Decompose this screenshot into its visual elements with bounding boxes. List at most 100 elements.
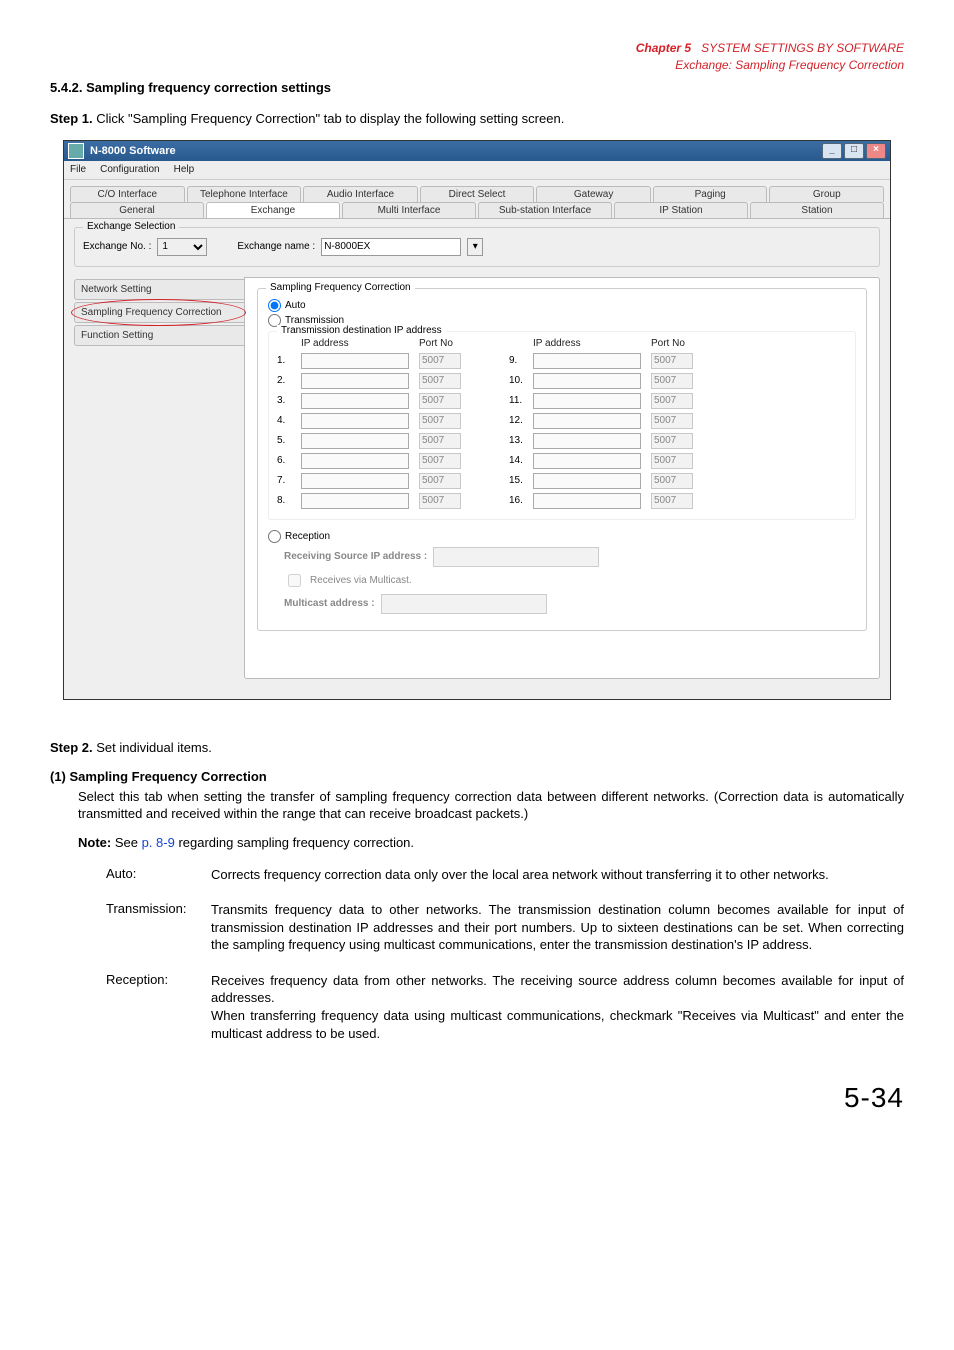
exchange-name-input[interactable] <box>321 238 461 256</box>
recv-source-input <box>433 547 599 567</box>
ip-input <box>301 373 409 389</box>
ip-input <box>533 473 641 489</box>
row-num: 11. <box>509 395 525 406</box>
port-input <box>651 453 693 469</box>
note-text-b: regarding sampling frequency correction. <box>175 835 414 850</box>
col-port-left: Port No <box>419 338 463 349</box>
row-num: 2. <box>277 375 293 386</box>
ip-input <box>533 353 641 369</box>
sfc-paragraph: Select this tab when setting the transfe… <box>78 788 904 823</box>
row-num: 9. <box>509 355 525 366</box>
ip-input <box>533 453 641 469</box>
ip-input <box>301 393 409 409</box>
radio-auto[interactable] <box>268 299 281 312</box>
tab-audio-interface[interactable]: Audio Interface <box>303 186 418 202</box>
ip-input <box>301 433 409 449</box>
menu-help[interactable]: Help <box>174 164 195 175</box>
row-num: 16. <box>509 495 525 506</box>
chapter-label: Chapter 5 <box>636 41 691 55</box>
exchange-selection-legend: Exchange Selection <box>83 221 179 232</box>
ip-input <box>301 493 409 509</box>
row-num: 4. <box>277 415 293 426</box>
radio-auto-label: Auto <box>285 300 306 311</box>
port-input <box>419 493 461 509</box>
row-num: 8. <box>277 495 293 506</box>
close-button[interactable]: × <box>866 143 886 159</box>
tab-direct-select[interactable]: Direct Select <box>420 186 535 202</box>
sidetab-function-setting[interactable]: Function Setting <box>74 325 244 346</box>
tab-sub-station-interface[interactable]: Sub-station Interface <box>478 202 612 218</box>
step1-text: Click "Sampling Frequency Correction" ta… <box>96 111 564 126</box>
port-input <box>651 413 693 429</box>
tab-co-interface[interactable]: C/O Interface <box>70 186 185 202</box>
ip-input <box>533 373 641 389</box>
tab-station[interactable]: Station <box>750 202 884 218</box>
term-transmission: Transmission: <box>106 901 211 954</box>
row-num: 15. <box>509 475 525 486</box>
ip-input <box>301 413 409 429</box>
transmission-legend: Transmission destination IP address <box>277 325 446 336</box>
tab-gateway[interactable]: Gateway <box>536 186 651 202</box>
page-header: Chapter 5 SYSTEM SETTINGS BY SOFTWARE Ex… <box>50 40 904 74</box>
recv-multicast-checkbox <box>288 574 301 587</box>
desc-auto: Corrects frequency correction data only … <box>211 866 904 884</box>
row-num: 12. <box>509 415 525 426</box>
port-input <box>419 433 461 449</box>
tab-general[interactable]: General <box>70 202 204 218</box>
ip-input <box>301 353 409 369</box>
ip-input <box>301 453 409 469</box>
row-num: 7. <box>277 475 293 486</box>
tab-exchange[interactable]: Exchange <box>206 202 340 218</box>
subheading-num: (1) <box>50 769 66 784</box>
minimize-button[interactable]: _ <box>822 143 842 159</box>
row-num: 13. <box>509 435 525 446</box>
menu-file[interactable]: File <box>70 164 86 175</box>
col-ip-left: IP address <box>301 338 411 349</box>
exchange-no-label: Exchange No. : <box>83 241 151 252</box>
dropdown-icon[interactable]: ▾ <box>467 238 483 256</box>
maximize-button[interactable]: □ <box>844 143 864 159</box>
port-input <box>419 373 461 389</box>
sfc-legend: Sampling Frequency Correction <box>266 282 415 293</box>
ip-input <box>301 473 409 489</box>
tab-telephone-interface[interactable]: Telephone Interface <box>187 186 302 202</box>
menu-configuration[interactable]: Configuration <box>100 164 159 175</box>
title-bar: N-8000 Software _ □ × <box>64 141 890 161</box>
note-link[interactable]: p. 8-9 <box>142 835 175 850</box>
transmission-subgroup: Transmission destination IP address IP a… <box>268 331 856 520</box>
term-auto: Auto: <box>106 866 211 884</box>
sfc-group: Sampling Frequency Correction Auto Trans… <box>257 288 867 631</box>
exchange-no-select[interactable]: 1 <box>157 238 207 256</box>
tab-ip-station[interactable]: IP Station <box>614 202 748 218</box>
section-title: 5.4.2. Sampling frequency correction set… <box>50 80 904 95</box>
port-input <box>651 433 693 449</box>
desc-reception: Receives frequency data from other netwo… <box>211 972 904 1042</box>
port-input <box>419 393 461 409</box>
exchange-name-label: Exchange name : <box>237 241 315 252</box>
multicast-address-input <box>381 594 547 614</box>
chapter-subtitle: Exchange: Sampling Frequency Correction <box>50 57 904 74</box>
page-number: 5-34 <box>50 1082 904 1114</box>
tab-multi-interface[interactable]: Multi Interface <box>342 202 476 218</box>
note-label: Note: <box>78 835 111 850</box>
ip-input <box>533 393 641 409</box>
radio-reception[interactable] <box>268 530 281 543</box>
tab-group[interactable]: Group <box>769 186 884 202</box>
sidetab-network-setting[interactable]: Network Setting <box>74 279 244 300</box>
multicast-address-label: Multicast address : <box>284 598 375 609</box>
row-num: 10. <box>509 375 525 386</box>
tab-paging[interactable]: Paging <box>653 186 768 202</box>
col-port-right: Port No <box>651 338 695 349</box>
row-num: 6. <box>277 455 293 466</box>
step2-text: Set individual items. <box>96 740 212 755</box>
col-ip-right: IP address <box>533 338 643 349</box>
port-input <box>651 393 693 409</box>
sidetab-sampling-frequency-correction[interactable]: Sampling Frequency Correction <box>74 302 244 323</box>
ip-input <box>533 433 641 449</box>
app-icon <box>68 143 84 159</box>
port-input <box>651 373 693 389</box>
menu-bar: File Configuration Help <box>64 161 890 180</box>
ip-input <box>533 493 641 509</box>
row-num: 5. <box>277 435 293 446</box>
row-num: 14. <box>509 455 525 466</box>
